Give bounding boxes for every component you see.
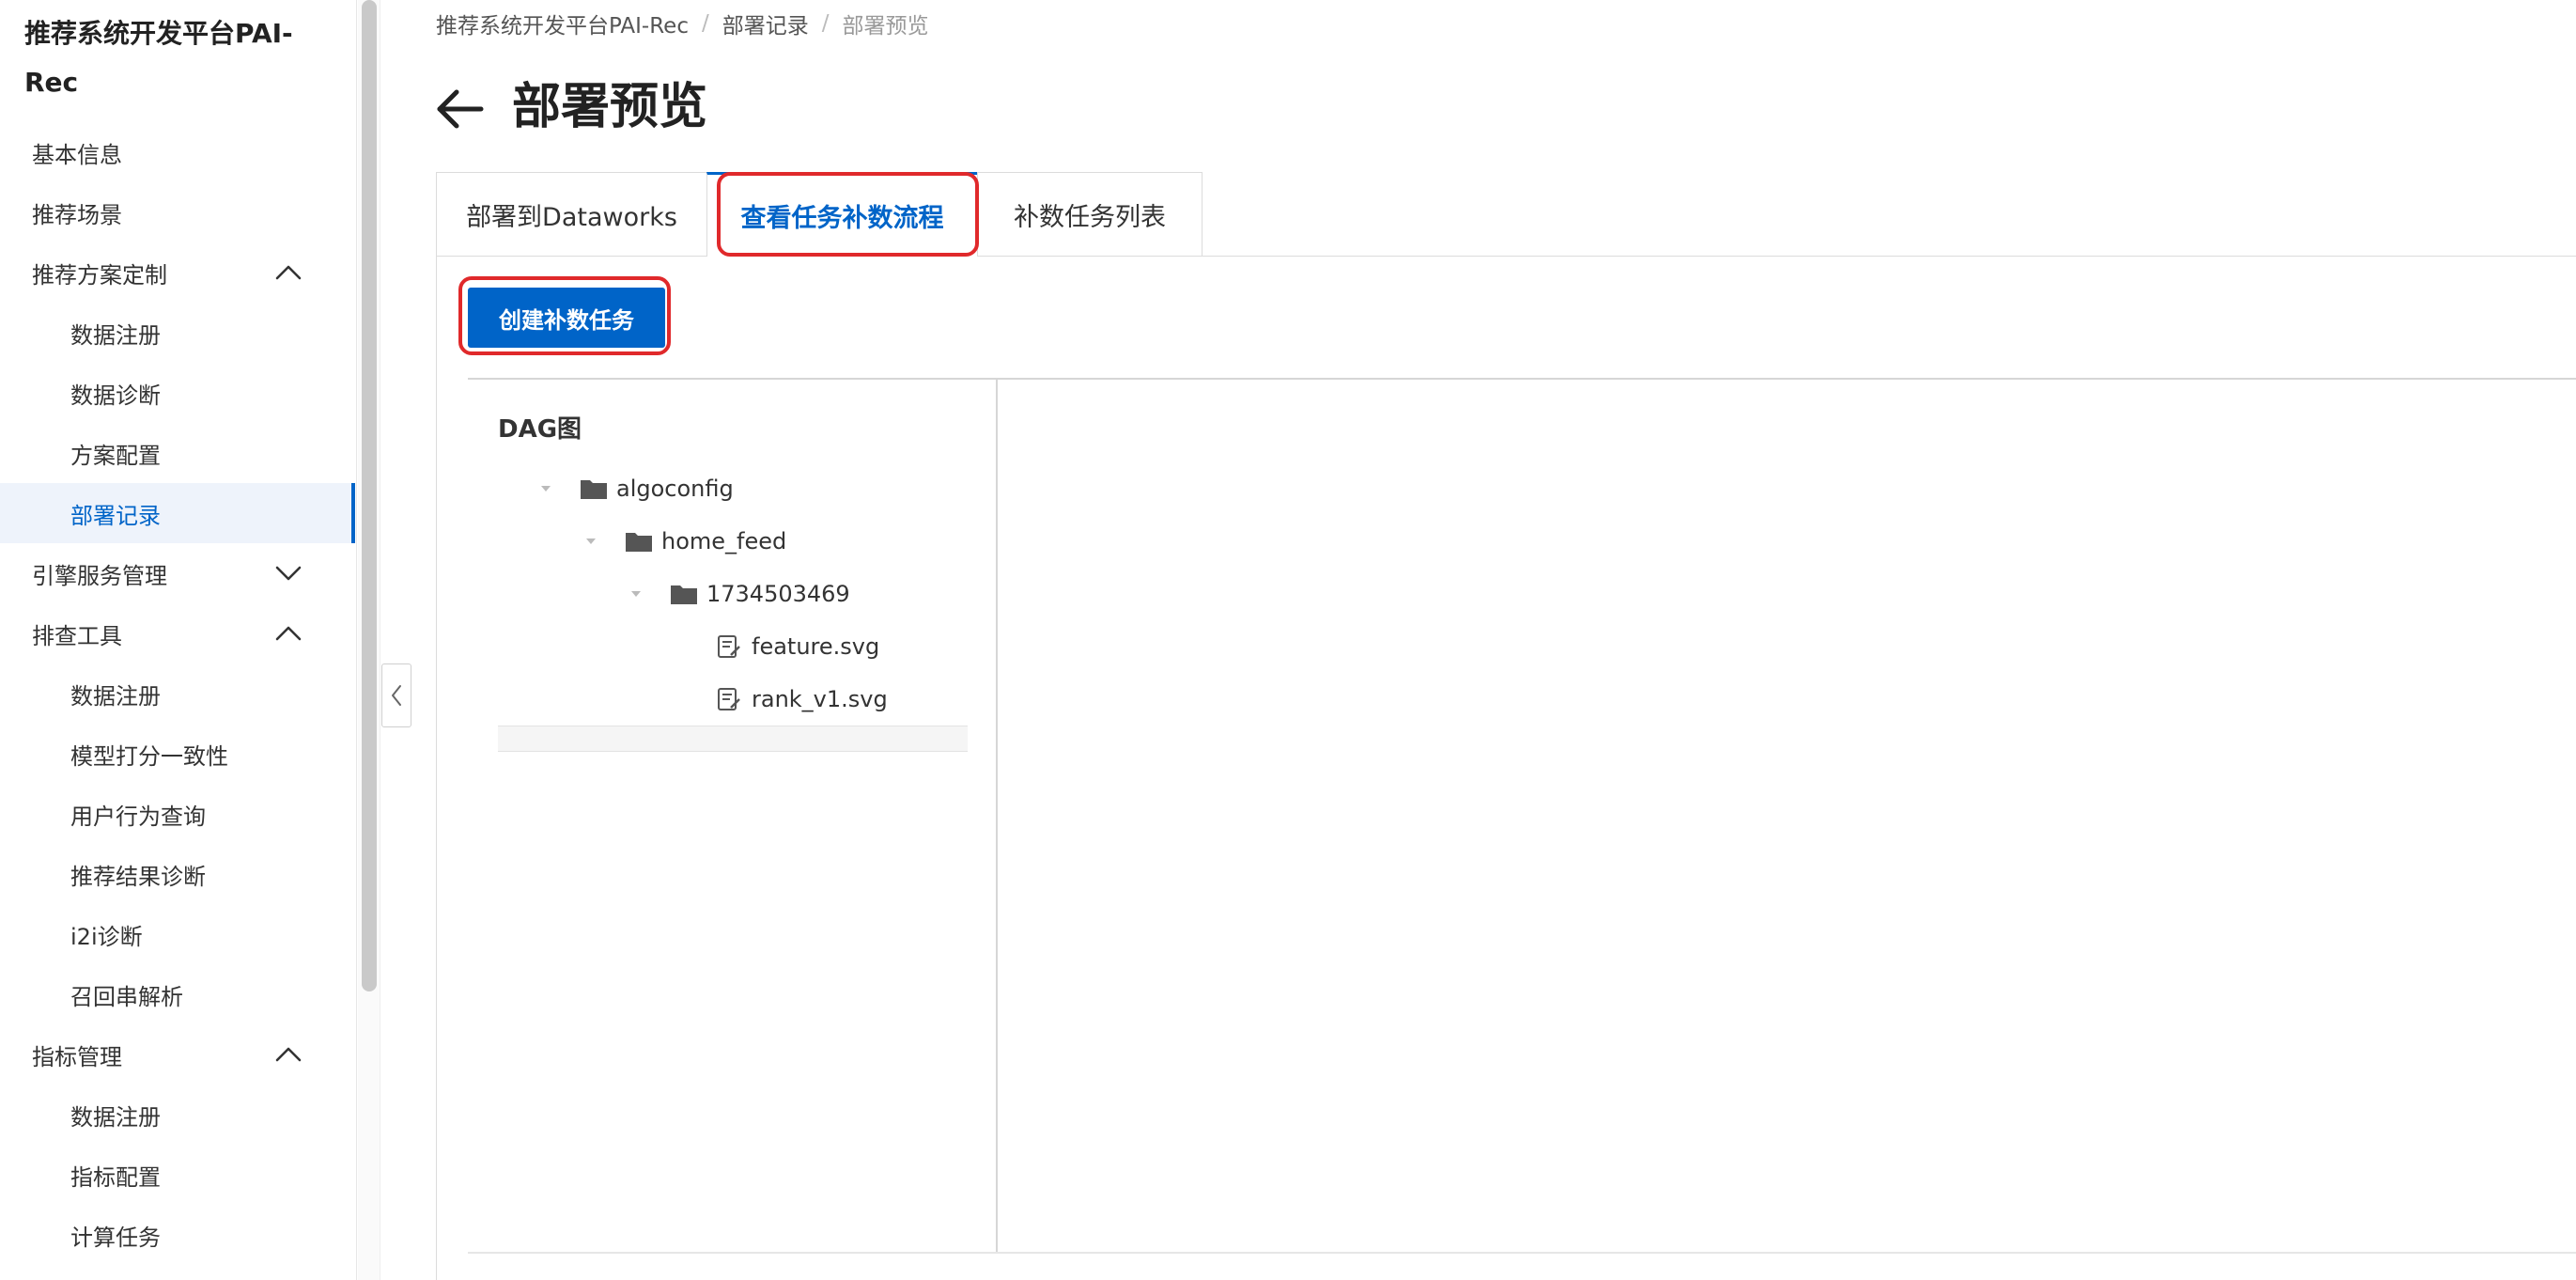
sidebar-item-recall-parse[interactable]: 召回串解析 [0, 964, 355, 1024]
breadcrumb-link-deploy-records[interactable]: 部署记录 [722, 8, 809, 39]
folder-icon [579, 476, 609, 501]
tab-bar: 部署到Dataworks 查看任务补数流程 补数任务列表 [436, 172, 1203, 257]
tree-node-rank-v1-svg[interactable]: rank_v1.svg [714, 680, 888, 718]
sidebar-item-data-register[interactable]: 数据注册 [0, 303, 355, 363]
tree-node-label: algoconfig [616, 476, 734, 502]
page-title: 部署预览 [512, 79, 708, 135]
caret-down-icon[interactable] [629, 589, 643, 599]
create-backfill-task-button[interactable]: 创建补数任务 [468, 288, 665, 348]
tree-node-feature-svg[interactable]: feature.svg [714, 628, 879, 665]
tree-node-label: feature.svg [752, 633, 880, 660]
sidebar-item-compute-tasks[interactable]: 计算任务 [0, 1205, 355, 1265]
sidebar-item-data-diagnosis[interactable]: 数据诊断 [0, 363, 355, 423]
sidebar-item-metric-config[interactable]: 指标配置 [0, 1145, 355, 1205]
sidebar-scrollbar-thumb[interactable] [362, 0, 377, 991]
sidebar-item-data-register-3[interactable]: 数据注册 [0, 1085, 355, 1145]
sidebar-item-label: 方案配置 [70, 442, 161, 469]
caret-down-icon[interactable] [539, 484, 552, 493]
sidebar-nav: 基本信息 推荐场景 推荐方案定制 数据注册 数据诊断 方案配置 部署记录 引擎服… [0, 122, 355, 1265]
sidebar-item-label: 数据注册 [70, 321, 161, 349]
content-border [468, 1252, 2576, 1254]
tree-node-label: rank_v1.svg [752, 686, 888, 712]
folder-icon [624, 529, 654, 554]
sidebar-item-model-score-consistency[interactable]: 模型打分一致性 [0, 724, 355, 784]
sidebar-item-label: i2i诊断 [70, 923, 143, 950]
breadcrumb: 推荐系统开发平台PAI-Rec / 部署记录 / 部署预览 [436, 8, 928, 39]
tab-label: 部署到Dataworks [466, 202, 677, 232]
chevron-up-icon[interactable] [274, 625, 303, 642]
sidebar-collapse-button[interactable] [381, 663, 411, 727]
sidebar-item-label: 数据诊断 [70, 382, 161, 409]
sidebar: 推荐系统开发平台PAI-Rec 基本信息 推荐场景 推荐方案定制 数据注册 数据… [0, 0, 357, 1280]
file-edit-icon [714, 634, 744, 659]
brand-title: 推荐系统开发平台PAI-Rec [24, 18, 293, 98]
sidebar-item-label: 召回串解析 [70, 983, 183, 1010]
tree-node-label: 1734503469 [706, 581, 850, 607]
tree-horizontal-scrollbar[interactable] [498, 726, 968, 752]
tab-label: 查看任务补数流程 [740, 204, 944, 233]
sidebar-item-label: 指标配置 [70, 1163, 161, 1191]
breadcrumb-separator: / [821, 11, 830, 36]
tab-label: 补数任务列表 [1014, 202, 1166, 232]
sidebar-item-scenes[interactable]: 推荐场景 [0, 182, 355, 242]
dag-label: DAG图 [498, 415, 582, 444]
content-border [468, 378, 2576, 380]
sidebar-item-basic-info[interactable]: 基本信息 [0, 122, 355, 182]
tree-node-algoconfig[interactable]: algoconfig [539, 470, 734, 507]
sidebar-item-label: 数据注册 [70, 1103, 161, 1131]
sidebar-item-label: 推荐结果诊断 [70, 863, 206, 890]
breadcrumb-current: 部署预览 [842, 14, 929, 39]
sidebar-item-label: 部署记录 [70, 502, 161, 529]
sidebar-item-deploy-records[interactable]: 部署记录 [0, 483, 355, 543]
sidebar-item-i2i-diagnosis[interactable]: i2i诊断 [0, 904, 355, 964]
file-edit-icon [714, 687, 744, 711]
sidebar-item-rec-result-diagnosis[interactable]: 推荐结果诊断 [0, 844, 355, 904]
sidebar-item-label: 用户行为查询 [70, 803, 206, 830]
sidebar-item-label: 计算任务 [70, 1224, 161, 1251]
sidebar-item-engine-service[interactable]: 引擎服务管理 [0, 543, 355, 603]
sidebar-item-label: 数据注册 [70, 682, 161, 710]
sidebar-item-label: 指标管理 [32, 1043, 122, 1070]
sidebar-item-troubleshoot[interactable]: 排查工具 [0, 603, 355, 663]
tree-node-home-feed[interactable]: home_feed [584, 523, 786, 560]
sidebar-item-label: 模型打分一致性 [70, 742, 228, 770]
sidebar-item-label: 推荐场景 [32, 201, 122, 228]
tree-node-1734503469[interactable]: 1734503469 [629, 575, 850, 613]
chevron-left-icon [392, 685, 401, 706]
tab-deploy-dataworks[interactable]: 部署到Dataworks [436, 172, 706, 257]
folder-icon [669, 582, 699, 606]
chevron-down-icon[interactable] [274, 565, 303, 582]
sidebar-item-solution-config[interactable]: 方案配置 [0, 423, 355, 483]
sidebar-item-solution-custom[interactable]: 推荐方案定制 [0, 242, 355, 303]
caret-down-icon[interactable] [584, 537, 597, 546]
sidebar-item-metrics[interactable]: 指标管理 [0, 1024, 355, 1085]
content-divider[interactable] [996, 380, 998, 1252]
sidebar-item-data-register-2[interactable]: 数据注册 [0, 663, 355, 724]
chevron-up-icon[interactable] [274, 1046, 303, 1063]
tree-node-label: home_feed [661, 528, 787, 554]
breadcrumb-separator: / [701, 11, 709, 36]
arrow-left-icon[interactable] [434, 83, 487, 135]
sidebar-item-label: 基本信息 [32, 141, 122, 168]
sidebar-item-user-behavior-query[interactable]: 用户行为查询 [0, 784, 355, 844]
tab-panel [436, 256, 2576, 1280]
tab-view-backfill-flow[interactable]: 查看任务补数流程 [706, 172, 977, 257]
sidebar-item-label: 推荐方案定制 [32, 261, 167, 289]
sidebar-item-label: 排查工具 [32, 622, 122, 649]
breadcrumb-link-platform[interactable]: 推荐系统开发平台PAI-Rec [436, 8, 689, 39]
sidebar-item-label: 引擎服务管理 [32, 562, 167, 589]
chevron-up-icon[interactable] [274, 264, 303, 281]
tab-backfill-task-list[interactable]: 补数任务列表 [977, 172, 1203, 257]
